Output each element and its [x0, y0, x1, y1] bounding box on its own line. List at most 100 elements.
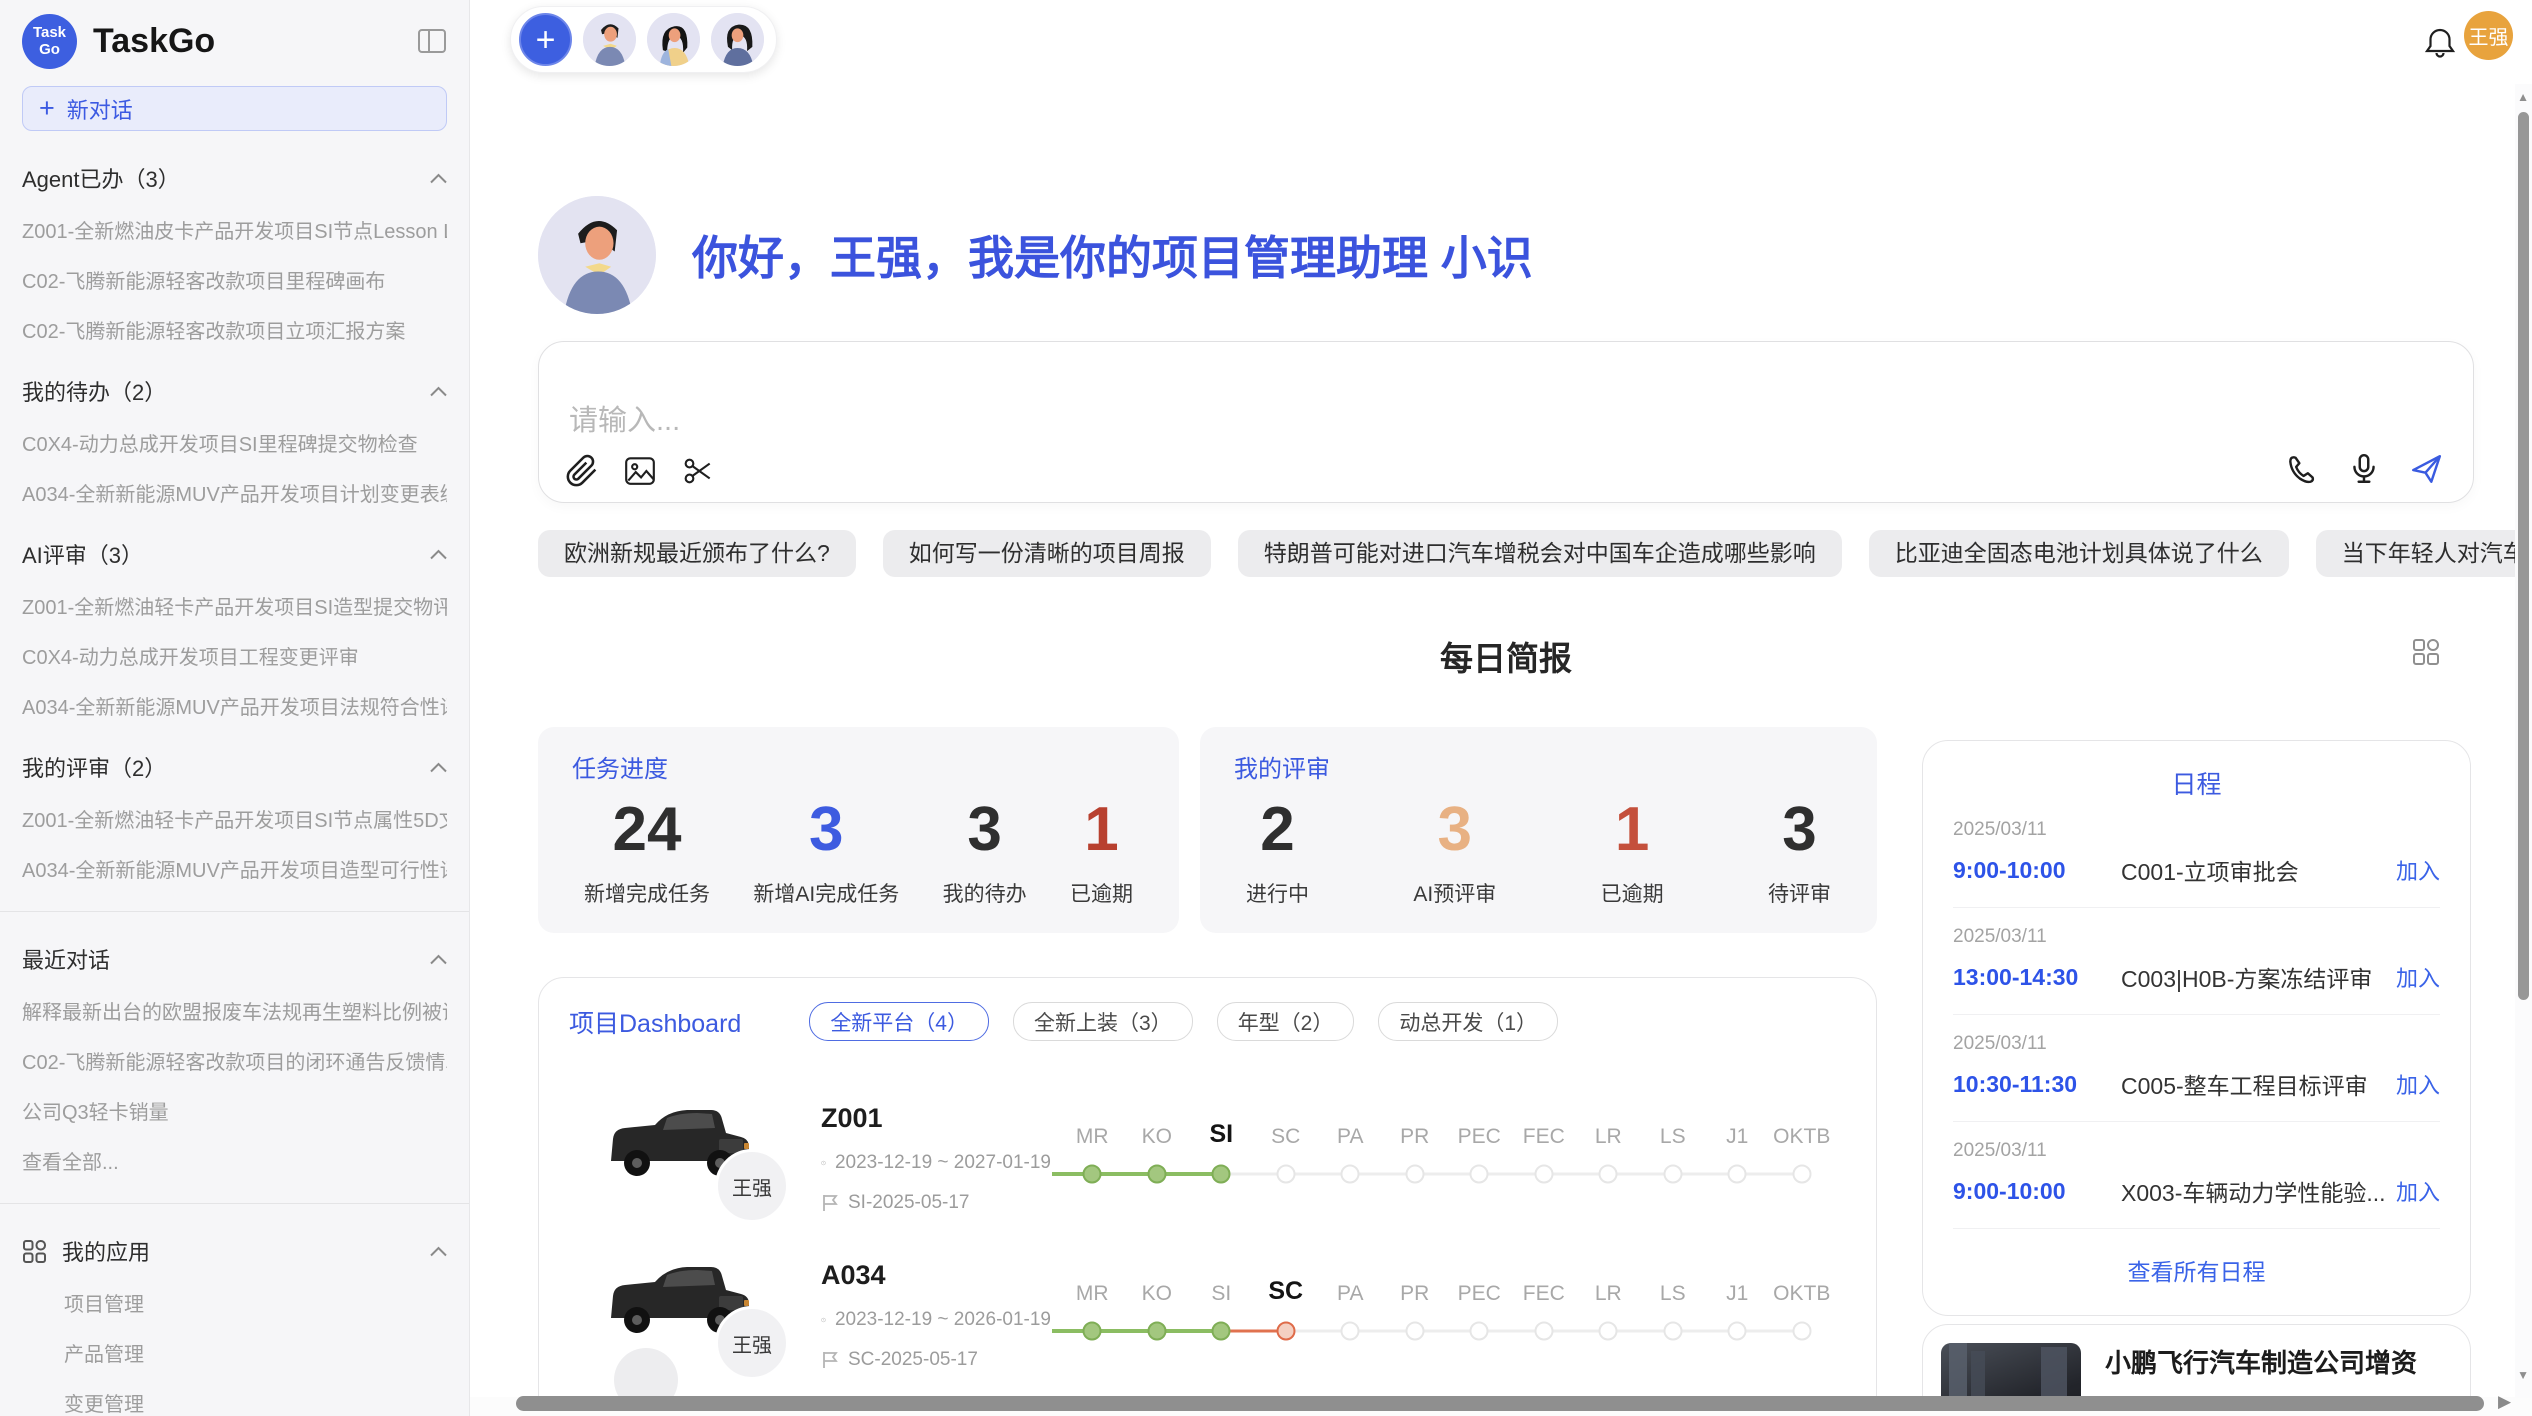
chevron-up-icon: [430, 173, 447, 184]
project-vehicle-image: 王强: [599, 1254, 759, 1358]
sidebar-task-item[interactable]: A034-全新新能源MUV产品开发项目计划变更表编写: [22, 478, 447, 507]
app-item[interactable]: 变更管理: [64, 1388, 447, 1416]
scroll-up-arrow-icon[interactable]: ▲: [2517, 90, 2529, 104]
milestone-label: FEC: [1512, 1254, 1577, 1308]
section-title: AI评审（3）: [22, 538, 143, 570]
clock-icon: [821, 1153, 826, 1173]
recent-chat-item[interactable]: 解释最新出台的欧盟报废车法规再生塑料比例被调至15%...: [22, 996, 447, 1025]
sidebar-task-item[interactable]: C0X4-动力总成开发项目SI里程碑提交物检查: [22, 428, 447, 457]
join-meeting-link[interactable]: 加入: [2396, 854, 2440, 886]
scroll-down-arrow-icon[interactable]: ▼: [2517, 1368, 2529, 1382]
chevron-up-icon: [430, 954, 447, 965]
milestone-dot: [1212, 1165, 1231, 1184]
recent-chat-item[interactable]: C02-飞腾新能源轻客改款项目的闭环通告反馈情况: [22, 1046, 447, 1075]
project-flag-row: SC-2025-05-17: [821, 1349, 1051, 1371]
milestone-dot: [1341, 1322, 1360, 1341]
project-vehicle-image: 王强: [599, 1097, 759, 1201]
suggestion-chip[interactable]: 如何写一份清晰的项目周报: [883, 530, 1211, 577]
taskgo-app: Task Go TaskGo + 新对话 Agent已办（3） Z001-全新燃…: [0, 0, 2532, 1416]
new-chat-button[interactable]: + 新对话: [22, 86, 447, 131]
recent-chat-item[interactable]: 公司Q3轻卡销量: [22, 1096, 447, 1125]
metric-value: 3: [943, 796, 1027, 864]
milestone-dot: [1470, 1322, 1489, 1341]
schedule-name: C001-立项审批会: [2121, 853, 2384, 887]
milestone-dot: [1147, 1165, 1166, 1184]
milestone-dot: [1534, 1165, 1553, 1184]
suggestion-chip[interactable]: 欧洲新规最近颁布了什么?: [538, 530, 856, 577]
metric-label: 已逾期: [1601, 878, 1664, 908]
dashboard-tab[interactable]: 全新平台（4）: [809, 1002, 989, 1041]
microphone-icon[interactable]: [2347, 452, 2381, 486]
sidebar-task-item[interactable]: Z001-全新燃油轻卡产品开发项目SI节点属性5D文件评审: [22, 804, 447, 833]
dashboard-tab[interactable]: 动总开发（1）: [1378, 1002, 1558, 1041]
join-meeting-link[interactable]: 加入: [2396, 1175, 2440, 1207]
dashboard-tab[interactable]: 年型（2）: [1217, 1002, 1355, 1041]
sidebar-task-item[interactable]: C0X4-动力总成开发项目工程变更评审: [22, 641, 447, 670]
phone-call-icon[interactable]: [2285, 452, 2319, 486]
dashboard-tab[interactable]: 全新上装（3）: [1013, 1002, 1193, 1041]
section-items: Z001-全新燃油皮卡产品开发项目SI节点Lesson Learn报告 C02-飞…: [22, 215, 447, 344]
milestone-label: LR: [1576, 1254, 1641, 1308]
app-item[interactable]: 项目管理: [64, 1288, 447, 1317]
metric-value: 3: [753, 796, 899, 864]
project-dates-row: 2023-12-19 ~ 2026-01-19: [821, 1309, 1051, 1331]
attachment-paperclip-icon[interactable]: [565, 454, 599, 488]
project-name[interactable]: Z001: [821, 1103, 1051, 1134]
plus-icon: +: [39, 95, 55, 122]
sidebar-task-item[interactable]: C02-飞腾新能源轻客改款项目里程碑画布: [22, 265, 447, 294]
sidebar-task-item[interactable]: A034-全新新能源MUV产品开发项目造型可行性评审: [22, 854, 447, 883]
metric-value: 3: [1413, 796, 1496, 864]
suggestion-chip[interactable]: 比亚迪全固态电池计划具体说了什么: [1869, 530, 2289, 577]
sidebar-task-item[interactable]: A034-全新新能源MUV产品开发项目法规符合性评审: [22, 691, 447, 720]
person-avatar-1[interactable]: [583, 13, 636, 66]
project-name[interactable]: A034: [821, 1260, 1051, 1291]
view-all-schedule-link[interactable]: 查看所有日程: [1953, 1229, 2440, 1305]
sidebar-section-header[interactable]: AI评审（3）: [22, 538, 447, 570]
recent-view-all[interactable]: 查看全部...: [22, 1146, 447, 1175]
add-agent-button[interactable]: +: [519, 13, 572, 66]
scroll-right-arrow-icon[interactable]: ▶: [2498, 1392, 2511, 1412]
person-avatar-3[interactable]: [711, 13, 764, 66]
metric-value: 1: [1601, 796, 1664, 864]
my-apps-header[interactable]: 我的应用: [22, 1235, 447, 1267]
sidebar-section-header[interactable]: 我的待办（2）: [22, 375, 447, 407]
milestone-timeline: MR KO: [1060, 1254, 1834, 1344]
notifications-bell-icon[interactable]: [2424, 26, 2456, 60]
sidebar-section-header[interactable]: 我的评审（2）: [22, 751, 447, 783]
greeting-text: 你好，王强，我是你的项目管理助理 小识: [692, 222, 1533, 288]
metric-label: 进行中: [1246, 878, 1309, 908]
section-title: Agent已办（3）: [22, 162, 180, 194]
user-avatar[interactable]: 王强: [2464, 11, 2513, 60]
join-meeting-link[interactable]: 加入: [2396, 1068, 2440, 1100]
metric-label: 我的待办: [943, 878, 1027, 908]
chat-input-card: [538, 341, 2474, 503]
suggestion-chip[interactable]: 当下年轻人对汽车外观有怎样的喜好趋势: [2316, 530, 2532, 577]
image-icon[interactable]: [623, 454, 657, 488]
vertical-scrollbar-thumb[interactable]: [2518, 112, 2529, 1000]
join-meeting-link[interactable]: 加入: [2396, 961, 2440, 993]
news-title[interactable]: 小鹏飞行汽车制造公司增资: [2105, 1343, 2452, 1380]
chat-input[interactable]: [567, 404, 2071, 439]
suggestion-chip[interactable]: 特朗普可能对进口汽车增税会对中国车企造成哪些影响: [1238, 530, 1842, 577]
schedule-time: 9:00-10:00: [1953, 857, 2121, 884]
scissors-icon[interactable]: [681, 454, 715, 488]
layout-grid-icon[interactable]: [2412, 638, 2440, 666]
sidebar-task-item[interactable]: Z001-全新燃油轻卡产品开发项目SI造型提交物评审: [22, 591, 447, 620]
sidebar-task-item[interactable]: C02-飞腾新能源轻客改款项目立项汇报方案: [22, 315, 447, 344]
collapse-sidebar-icon[interactable]: [417, 28, 447, 54]
person-avatar-2[interactable]: [647, 13, 700, 66]
daily-briefing-header: 每日简报: [538, 632, 2474, 680]
horizontal-scrollbar-thumb[interactable]: [516, 1396, 2484, 1411]
recent-title: 最近对话: [22, 943, 110, 975]
app-item[interactable]: 产品管理: [64, 1338, 447, 1367]
sidebar: Task Go TaskGo + 新对话 Agent已办（3） Z001-全新燃…: [0, 0, 470, 1416]
sidebar-task-item[interactable]: Z001-全新燃油皮卡产品开发项目SI节点Lesson Learn报告: [22, 215, 447, 244]
sidebar-section-header[interactable]: Agent已办（3）: [22, 162, 447, 194]
schedule-item-row: 10:30-11:30 C005-整车工程目标评审 加入: [1953, 1067, 2440, 1101]
milestone-dot: [1341, 1165, 1360, 1184]
milestone-label: J1: [1705, 1097, 1770, 1151]
milestone-dot-row: [1770, 1318, 1835, 1344]
send-icon[interactable]: [2409, 452, 2443, 486]
recent-chats-header[interactable]: 最近对话: [22, 943, 447, 975]
schedule-title: 日程: [1953, 765, 2440, 801]
